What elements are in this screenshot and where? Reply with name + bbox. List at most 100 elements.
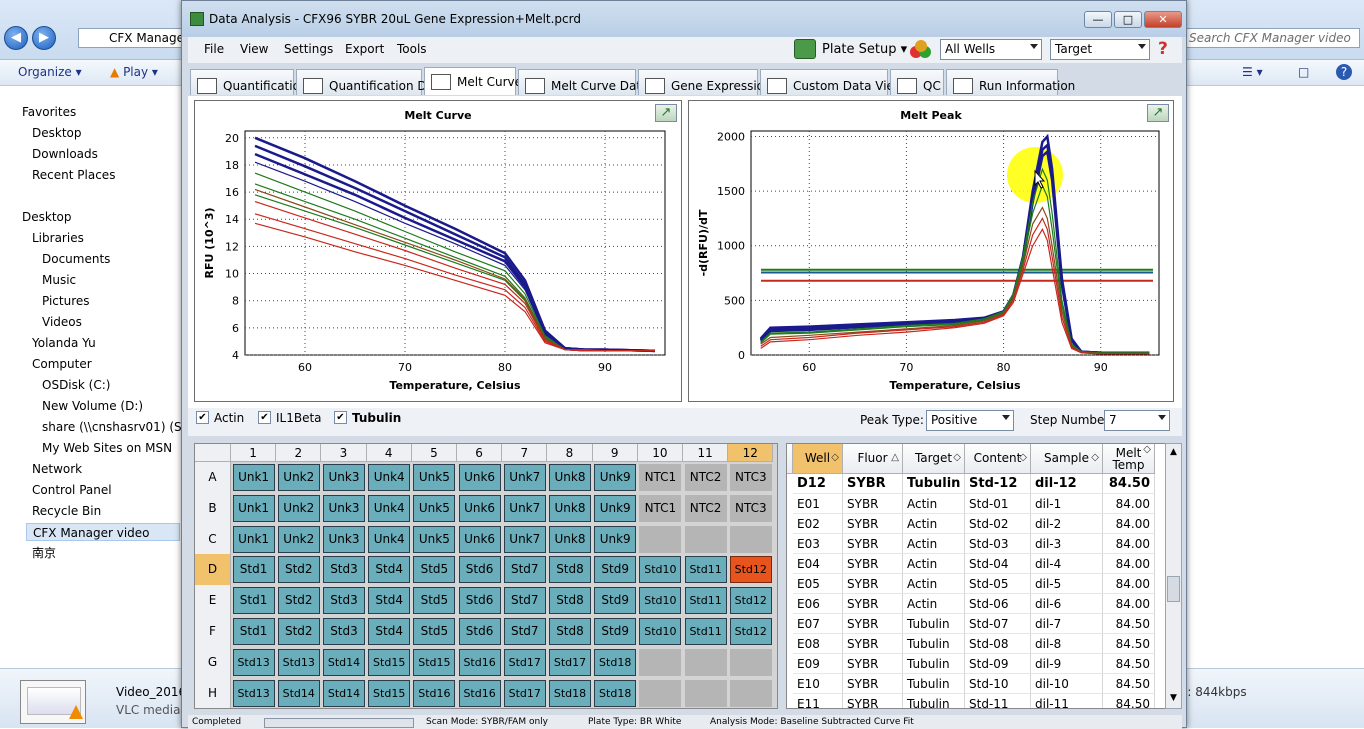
plate-well[interactable]: Unk7 — [503, 525, 546, 553]
menu-tools[interactable]: Tools — [397, 42, 427, 56]
table-cell[interactable]: Std-03 — [965, 534, 1031, 554]
table-cell[interactable]: dil-9 — [1031, 654, 1103, 674]
forward-button[interactable]: ▶ — [32, 26, 56, 50]
table-cell[interactable]: E04 — [793, 554, 843, 574]
plate-well[interactable]: Unk8 — [548, 525, 592, 553]
nav-item[interactable]: OSDisk (C:) — [42, 376, 110, 394]
nav-item[interactable]: Recycle Bin — [32, 502, 101, 520]
table-cell[interactable]: SYBR — [843, 474, 903, 494]
table-cell[interactable]: dil-12 — [1031, 474, 1103, 494]
plate-well[interactable]: Std15 — [413, 648, 456, 676]
tab-melt-curve[interactable]: Melt Curve — [424, 67, 522, 95]
plate-well[interactable]: Std17 — [548, 648, 592, 676]
color-spheres-icon[interactable] — [910, 40, 932, 60]
nav-item[interactable]: Computer — [32, 355, 92, 373]
plate-well[interactable]: Unk1 — [232, 464, 275, 491]
plate-well[interactable]: Std13 — [277, 648, 320, 676]
table-cell[interactable]: E11 — [793, 694, 843, 708]
help-icon[interactable]: ? — [1336, 64, 1352, 80]
table-cell[interactable]: 84.50 — [1103, 614, 1155, 634]
table-cell[interactable]: dil-4 — [1031, 554, 1103, 574]
plate-well[interactable]: Std10 — [639, 618, 682, 645]
sort-icon[interactable]: ◇ — [1143, 444, 1151, 456]
sort-icon[interactable]: △ — [891, 444, 899, 472]
table-cell[interactable]: Std-10 — [965, 674, 1031, 694]
plate-well[interactable]: Unk6 — [458, 525, 501, 553]
plate-well[interactable]: Unk9 — [594, 525, 637, 553]
table-header-fluor[interactable]: Fluor △ — [843, 444, 903, 474]
tab-gene-expression[interactable]: Gene Expression — [638, 69, 772, 95]
nav-item[interactable]: Recent Places — [32, 166, 115, 184]
plate-well[interactable]: Std5 — [413, 587, 456, 615]
melt-peak-chart[interactable]: 60 70 80 90 0 500 1000 1500 2000 Temperature, Cel… — [689, 101, 1173, 401]
table-cell[interactable]: dil-6 — [1031, 594, 1103, 614]
plate-well[interactable]: Unk3 — [322, 494, 366, 522]
preview-pane-icon[interactable]: □ — [1298, 65, 1309, 79]
table-cell[interactable]: dil-10 — [1031, 674, 1103, 694]
table-cell[interactable]: E06 — [793, 594, 843, 614]
tab-run-information[interactable]: Run Information — [946, 69, 1075, 95]
plate-well[interactable]: Std9 — [594, 556, 637, 584]
back-button[interactable]: ◀ — [4, 26, 28, 50]
help-icon[interactable]: ? — [1158, 39, 1168, 59]
table-cell[interactable]: Actin — [903, 514, 965, 534]
plate-well[interactable]: Std14 — [277, 679, 320, 707]
menu-file[interactable]: File — [204, 42, 224, 56]
plate-well[interactable]: Unk6 — [458, 494, 501, 522]
organize-button[interactable]: Organize ▾ — [18, 65, 82, 79]
plate-well[interactable]: Std8 — [548, 587, 592, 615]
plate-row-header[interactable]: D — [195, 554, 231, 586]
plate-well[interactable]: Unk9 — [594, 494, 637, 522]
table-cell[interactable]: E09 — [793, 654, 843, 674]
plate-well[interactable]: Std18 — [548, 679, 592, 707]
nav-item[interactable]: share (\\cnshasrv01) (S — [42, 418, 182, 436]
menu-export[interactable]: Export — [345, 42, 384, 56]
plate-well[interactable]: Unk8 — [548, 494, 592, 522]
plate-well[interactable]: Unk9 — [594, 464, 637, 491]
table-cell[interactable]: 84.00 — [1103, 534, 1155, 554]
nav-item[interactable]: Downloads — [32, 145, 98, 163]
plate-well[interactable]: Std4 — [368, 618, 411, 645]
plate-well[interactable]: Std12 — [729, 556, 772, 584]
table-cell[interactable]: dil-7 — [1031, 614, 1103, 634]
plate-row-header[interactable]: A — [195, 462, 231, 493]
table-cell[interactable]: Actin — [903, 494, 965, 514]
plate-row-header[interactable]: H — [195, 677, 231, 709]
table-cell[interactable]: E10 — [793, 674, 843, 694]
sort-icon[interactable]: ◇ — [831, 444, 839, 472]
table-scrollbar[interactable]: ▲ ▼ — [1165, 443, 1182, 709]
table-cell[interactable]: Std-12 — [965, 474, 1031, 494]
plate-well[interactable]: Unk2 — [277, 525, 320, 553]
plate-well[interactable]: NTC2 — [684, 464, 727, 491]
table-cell[interactable]: 84.00 — [1103, 574, 1155, 594]
nav-item[interactable]: Libraries — [32, 229, 84, 247]
plate-well[interactable]: Unk6 — [458, 464, 501, 491]
table-cell[interactable]: Std-02 — [965, 514, 1031, 534]
table-cell[interactable]: Actin — [903, 594, 965, 614]
plate-well[interactable]: Std8 — [548, 618, 592, 645]
plate-well[interactable]: Unk7 — [503, 494, 546, 522]
table-cell[interactable]: 84.50 — [1103, 694, 1155, 708]
nav-item[interactable]: My Web Sites on MSN — [42, 439, 172, 457]
table-cell[interactable]: Tubulin — [903, 654, 965, 674]
plate-well[interactable]: Unk1 — [232, 525, 275, 553]
table-header-well[interactable]: Well ◇ — [793, 444, 843, 474]
table-cell[interactable]: E07 — [793, 614, 843, 634]
table-header-content[interactable]: Content ◇ — [965, 444, 1031, 474]
table-cell[interactable]: Std-11 — [965, 694, 1031, 708]
view-options-icon[interactable]: ☰ ▾ — [1242, 65, 1263, 79]
table-cell[interactable]: Tubulin — [903, 694, 965, 708]
plate-well[interactable]: Std11 — [684, 556, 727, 584]
table-cell[interactable]: SYBR — [843, 594, 903, 614]
plate-well[interactable] — [729, 679, 772, 707]
nav-item[interactable]: Control Panel — [32, 481, 112, 499]
plate-well[interactable]: Std11 — [684, 618, 727, 645]
plate-well[interactable]: Std3 — [322, 556, 366, 584]
nav-item[interactable]: Desktop — [22, 208, 72, 226]
plate-well[interactable] — [639, 648, 682, 676]
tab-melt-curve-data[interactable]: Melt Curve Data — [518, 69, 648, 95]
plate-well[interactable]: Unk4 — [368, 464, 411, 491]
plate-column-header[interactable]: 7 — [502, 444, 548, 462]
sort-icon[interactable]: ◇ — [1091, 444, 1099, 472]
plate-well[interactable] — [684, 679, 727, 707]
